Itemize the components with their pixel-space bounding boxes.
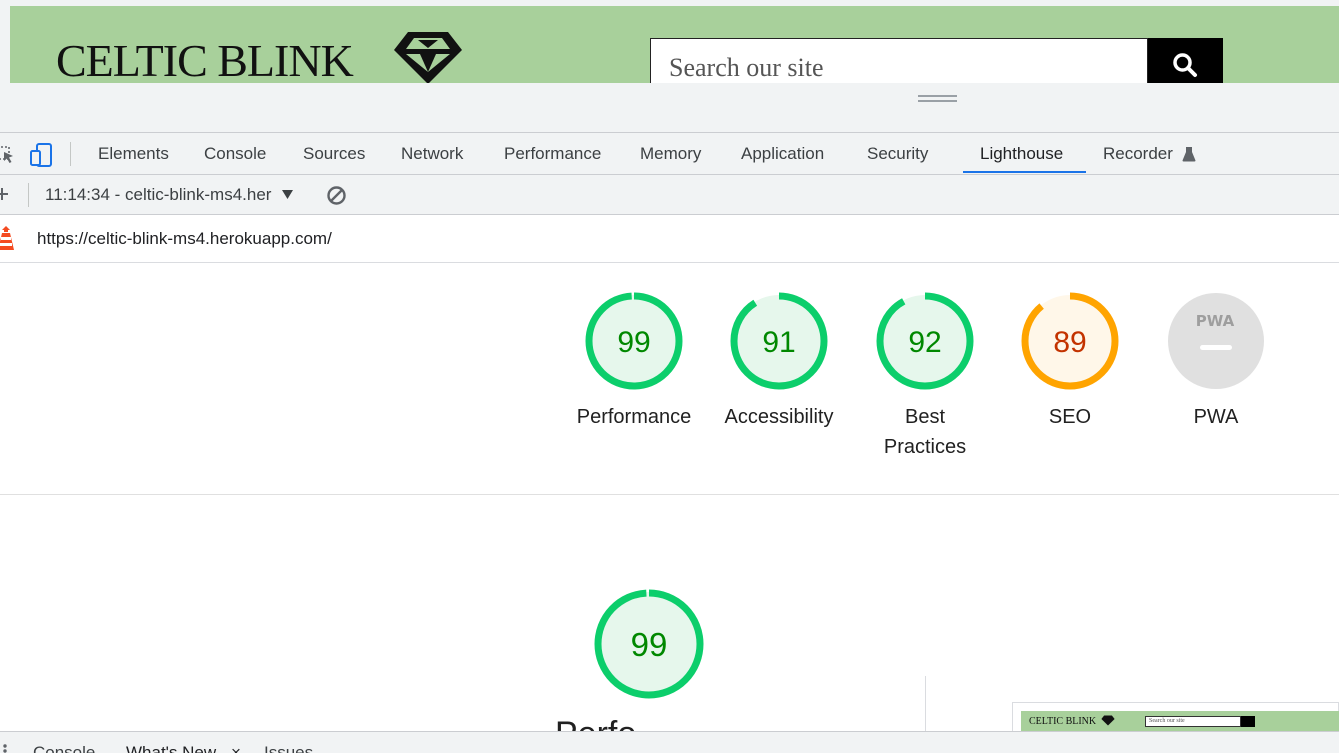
site-logo[interactable]: CELTIC BLINK [56,38,354,84]
gauge-pwa[interactable]: PWA PWA [1146,292,1286,432]
inspect-element-icon[interactable] [0,144,16,166]
tab-security[interactable]: Security [867,133,928,175]
thumbnail-search-button [1241,716,1255,727]
report-selector[interactable]: 11:14:34 - celtic-blink-ms4.her [45,183,294,207]
best-practices-score: 92 [908,326,941,359]
seo-gauge-ring: 89 [1021,292,1119,390]
accessibility-gauge-ring: 91 [730,292,828,390]
tab-performance[interactable]: Performance [504,133,601,175]
performance-label: Performance [576,406,692,428]
report-selector-value: 11:14:34 - celtic-blink-ms4.her [45,185,272,204]
pwa-badge-text: PWA [1196,312,1235,330]
drawer-tab-whats-new[interactable]: What's New [126,743,216,753]
tab-console[interactable]: Console [204,133,266,175]
experiment-flask-icon [1182,147,1196,162]
pwa-badge-icon: PWA [1168,293,1264,389]
devtools-drawer: Console What's New × Issues [0,731,1339,753]
chevron-down-icon [282,190,294,199]
performance-section-gauge: 99 [594,589,704,699]
site-search-placeholder: Search our site [669,53,824,82]
site-search-button[interactable] [1148,38,1223,83]
gauge-best-practices[interactable]: 92 Best Practices [855,292,995,462]
seo-score: 89 [1053,326,1086,359]
performance-gauge-ring: 99 [585,292,683,390]
tab-memory[interactable]: Memory [640,133,701,175]
tab-application[interactable]: Application [741,133,824,175]
performance-score: 99 [617,326,650,359]
more-vert-icon[interactable] [3,744,7,753]
accessibility-score: 91 [762,326,795,359]
metrics-divider [925,676,926,736]
drawer-tab-issues[interactable]: Issues [264,743,313,753]
performance-section-score: 99 [631,626,668,663]
clear-all-icon[interactable] [326,185,347,206]
tab-lighthouse[interactable]: Lighthouse [980,133,1063,175]
screen: CELTIC BLINK Search our site Elements Co… [0,0,1339,753]
gauge-performance[interactable]: 99 Performance [564,292,704,432]
best-practices-label: Best Practices [883,406,967,458]
search-icon [1173,53,1197,77]
best-practices-gauge-ring: 92 [876,292,974,390]
pwa-label: PWA [1193,406,1239,428]
drawer-tab-console[interactable]: Console [33,743,95,753]
new-report-icon[interactable] [0,187,10,201]
tab-sources[interactable]: Sources [303,133,365,175]
thumbnail-diamond-icon [1101,715,1115,726]
site-search-input[interactable]: Search our site [650,38,1148,83]
site-preview: CELTIC BLINK Search our site [0,0,1339,132]
gauge-accessibility[interactable]: 91 Accessibility [709,292,849,432]
resize-handle[interactable] [918,95,957,103]
seo-label: SEO [1048,406,1092,428]
section-divider [0,494,1339,495]
devtools-tabbar: Elements Console Sources Network Perform… [0,132,1339,175]
lighthouse-icon [0,226,14,250]
active-tab-indicator [963,171,1086,173]
gauge-seo[interactable]: 89 SEO [1000,292,1140,432]
device-toolbar-icon[interactable] [29,143,55,167]
diamond-icon [394,32,462,83]
site-header: CELTIC BLINK Search our site [10,6,1339,83]
thumbnail-search: Search our site [1145,716,1241,727]
tab-recorder[interactable]: Recorder [1103,133,1173,175]
close-icon[interactable]: × [231,743,241,753]
accessibility-label: Accessibility [724,406,834,428]
report-url-link[interactable]: https://celtic-blink-ms4.herokuapp.com/ [37,229,332,249]
tab-elements[interactable]: Elements [98,133,169,175]
thumbnail-logo: CELTIC BLINK [1029,716,1097,727]
tab-network[interactable]: Network [401,133,463,175]
